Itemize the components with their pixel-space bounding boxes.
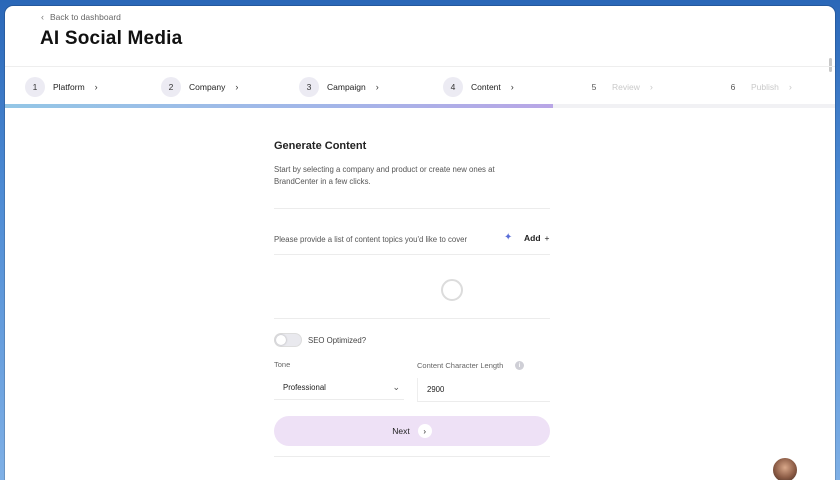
stepper: 1 Platform › 2 Company › 3 Campaign › 4 …: [5, 66, 835, 104]
section-description: Start by selecting a company and product…: [274, 165, 495, 186]
add-label: Add: [524, 233, 541, 243]
progress-fill: [5, 104, 553, 108]
length-value: 2900: [427, 385, 445, 394]
chevron-down-icon: ⌄: [392, 382, 400, 392]
sparkle-icon[interactable]: ✦: [504, 232, 512, 243]
character-length-input[interactable]: 2900: [417, 378, 550, 402]
app-window: ‹ Back to dashboard AI Social Media 1 Pl…: [5, 6, 835, 480]
length-label: Content Character Length: [417, 361, 504, 370]
avatar[interactable]: [771, 456, 799, 480]
step-label: Campaign: [327, 82, 366, 92]
step-review[interactable]: 5 Review ›: [584, 77, 653, 97]
step-number: 2: [161, 77, 181, 97]
plus-icon: +: [544, 233, 550, 243]
back-to-dashboard-link[interactable]: ‹ Back to dashboard: [41, 12, 121, 22]
chevron-left-icon: ‹: [41, 12, 44, 22]
step-number: 6: [730, 82, 736, 92]
progress-bar: [5, 104, 835, 108]
info-icon[interactable]: i: [515, 361, 524, 370]
chevron-right-icon: ›: [375, 82, 379, 92]
next-label: Next: [392, 426, 410, 436]
toggle-knob: [276, 335, 286, 345]
step-campaign[interactable]: 3 Campaign ›: [299, 77, 379, 97]
tone-value: Professional: [283, 383, 326, 392]
page-title: AI Social Media: [40, 28, 183, 49]
step-number: 3: [299, 77, 319, 97]
step-label: Content: [471, 82, 501, 92]
topics-row: Please provide a list of content topics …: [274, 232, 550, 246]
next-button[interactable]: Next ›: [274, 416, 550, 446]
step-company[interactable]: 2 Company ›: [161, 77, 238, 97]
step-label: Platform: [53, 82, 85, 92]
chevron-right-icon: ›: [788, 82, 792, 92]
step-publish[interactable]: 6 Publish ›: [723, 77, 792, 97]
divider: [274, 456, 550, 457]
step-number: 1: [25, 77, 45, 97]
generate-content-section: Generate Content Start by selecting a co…: [274, 140, 550, 187]
chevron-right-icon: ›: [94, 82, 98, 92]
back-link-label: Back to dashboard: [50, 12, 121, 22]
section-title: Generate Content: [274, 140, 367, 152]
page-header: ‹ Back to dashboard AI Social Media: [5, 6, 835, 66]
add-topic-button[interactable]: Add +: [524, 233, 550, 243]
step-platform[interactable]: 1 Platform ›: [25, 77, 98, 97]
step-number: 4: [443, 77, 463, 97]
step-label: Company: [189, 82, 226, 92]
divider: [274, 208, 550, 209]
topics-prompt: Please provide a list of content topics …: [274, 234, 468, 244]
chevron-right-icon: ›: [510, 82, 514, 92]
chevron-right-icon: ›: [235, 82, 239, 92]
tone-label: Tone: [274, 360, 291, 369]
step-content[interactable]: 4 Content ›: [443, 77, 514, 97]
seo-label: SEO Optimized?: [308, 335, 367, 345]
loading-spinner-icon: [441, 279, 463, 301]
tone-select[interactable]: Professional ⌄: [274, 376, 404, 400]
chevron-right-icon: ›: [417, 424, 432, 438]
step-label: Review: [612, 82, 640, 92]
seo-toggle[interactable]: [274, 333, 302, 347]
divider: [274, 254, 550, 255]
step-number: 5: [591, 82, 597, 92]
seo-row: SEO Optimized?: [274, 333, 366, 347]
step-label: Publish: [751, 82, 779, 92]
chevron-right-icon: ›: [649, 82, 653, 92]
divider: [274, 318, 550, 319]
